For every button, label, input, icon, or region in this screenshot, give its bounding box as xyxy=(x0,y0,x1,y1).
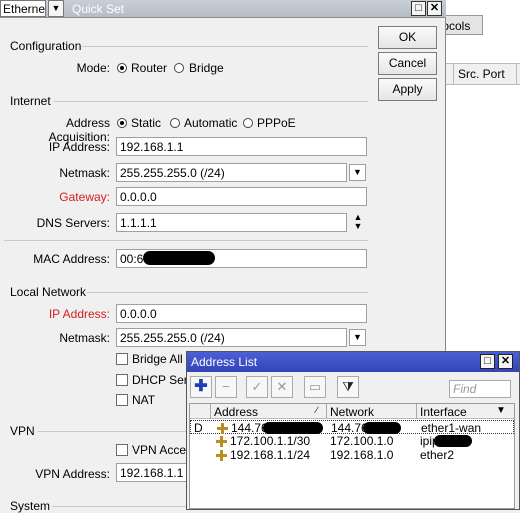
dns-servers-label: DNS Servers: xyxy=(36,216,110,230)
acquisition-static-label[interactable]: Static xyxy=(131,116,161,130)
column-address[interactable]: Address xyxy=(214,405,258,419)
column-network[interactable]: Network xyxy=(330,405,374,419)
netmask-label: Netmask: xyxy=(59,166,110,180)
redaction-mark xyxy=(434,435,472,447)
section-system: System xyxy=(10,499,51,513)
vpn-address-label: VPN Address: xyxy=(35,467,110,481)
nat-label[interactable]: NAT xyxy=(132,393,155,407)
mac-address-label: MAC Address: xyxy=(33,252,110,266)
divider xyxy=(54,101,368,102)
address-cell: 192.168.1.1/24 xyxy=(230,448,311,462)
column-divider xyxy=(210,404,211,419)
window-title: Address List xyxy=(191,355,258,369)
acquisition-pppoe-radio[interactable] xyxy=(243,118,253,128)
interface-mode-select[interactable]: Ethernet xyxy=(0,0,46,17)
local-ip-address-label: IP Address: xyxy=(48,307,110,321)
enable-icon[interactable]: ✓ xyxy=(246,376,268,398)
acquisition-static-radio[interactable] xyxy=(117,118,127,128)
apply-button[interactable]: Apply xyxy=(378,78,437,101)
maximize-icon[interactable]: □ xyxy=(411,1,426,16)
ok-button[interactable]: OK xyxy=(378,26,437,49)
comment-icon[interactable]: ▭ xyxy=(304,376,326,398)
address-icon xyxy=(217,423,228,434)
window-title: Quick Set xyxy=(72,2,125,16)
column-divider xyxy=(326,404,327,419)
maximize-icon[interactable]: □ xyxy=(480,354,495,369)
expand-list-icon[interactable]: ▲ ▼ xyxy=(352,213,364,231)
column-divider xyxy=(416,404,417,419)
address-icon xyxy=(216,436,227,447)
dhcp-server-label[interactable]: DHCP Serv xyxy=(132,373,194,387)
mode-label: Mode: xyxy=(76,61,110,75)
table-row[interactable]: 172.100.1.1/30 172.100.1.0 ipip xyxy=(190,434,514,448)
dhcp-server-checkbox[interactable] xyxy=(116,374,128,386)
section-configuration: Configuration xyxy=(10,39,82,53)
mode-bridge-radio[interactable] xyxy=(174,63,184,73)
interface-cell: ether2 xyxy=(420,448,455,462)
table-row[interactable]: 192.168.1.1/24 192.168.1.0 ether2 xyxy=(190,448,514,462)
acquisition-automatic-radio[interactable] xyxy=(170,118,180,128)
interface-cell: ether1-wan xyxy=(421,421,482,435)
redaction-mark xyxy=(143,251,215,265)
gateway-label: Gateway: xyxy=(59,190,110,204)
address-table: Address ∕ Network Interface ▼ D 144.76. … xyxy=(189,403,515,509)
mode-router-radio[interactable] xyxy=(117,63,127,73)
local-ip-address-field[interactable]: 0.0.0.0 xyxy=(116,304,367,323)
row-flag: D xyxy=(194,421,203,435)
table-header: Address ∕ Network Interface ▼ xyxy=(190,404,514,419)
add-icon[interactable]: ✚ xyxy=(190,376,212,398)
mode-bridge-label[interactable]: Bridge xyxy=(189,61,224,75)
ip-address-label: IP Address: xyxy=(48,140,110,154)
netmask-field[interactable]: 255.255.255.0 (/24) xyxy=(116,163,347,182)
section-internet: Internet xyxy=(10,94,51,108)
divider xyxy=(4,240,368,241)
acquisition-automatic-label[interactable]: Automatic xyxy=(184,116,237,130)
nat-checkbox[interactable] xyxy=(116,394,128,406)
redaction-mark xyxy=(363,422,401,434)
cancel-button[interactable]: Cancel xyxy=(378,52,437,75)
acquisition-pppoe-label[interactable]: PPPoE xyxy=(257,116,296,130)
local-netmask-label: Netmask: xyxy=(59,331,110,345)
local-netmask-field[interactable]: 255.255.255.0 (/24) xyxy=(116,328,347,347)
chevron-down-icon[interactable]: ▼ xyxy=(349,164,366,181)
chevron-down-icon[interactable]: ▼ xyxy=(48,0,64,17)
dns-servers-field[interactable]: 1.1.1.1 xyxy=(116,213,347,232)
bridge-all-label[interactable]: Bridge All L xyxy=(132,352,193,366)
bridge-all-checkbox[interactable] xyxy=(116,353,128,365)
divider xyxy=(82,46,368,47)
vpn-address-field[interactable]: 192.168.1.1 xyxy=(116,463,196,482)
column-interface[interactable]: Interface xyxy=(420,405,467,419)
vpn-access-label[interactable]: VPN Acces xyxy=(132,443,192,457)
divider xyxy=(38,431,188,432)
mode-router-label[interactable]: Router xyxy=(131,61,167,75)
address-cell: 172.100.1.1/30 xyxy=(230,434,311,448)
ip-address-field[interactable]: 192.168.1.1 xyxy=(116,137,367,156)
redaction-mark xyxy=(263,422,323,434)
table-row[interactable]: D 144.76. 144.76. ether1-wan xyxy=(190,420,514,435)
column-divider xyxy=(453,63,454,85)
section-vpn: VPN xyxy=(10,424,35,438)
network-cell: 172.100.1.0 xyxy=(330,434,394,448)
section-local-network: Local Network xyxy=(10,285,87,299)
remove-icon[interactable]: − xyxy=(215,376,237,398)
close-icon[interactable]: ✕ xyxy=(498,354,513,369)
vpn-access-checkbox[interactable] xyxy=(116,444,128,456)
close-icon[interactable]: ✕ xyxy=(427,1,442,16)
address-list-titlebar[interactable]: Address List □ ✕ xyxy=(187,352,519,372)
gateway-field[interactable]: 0.0.0.0 xyxy=(116,187,367,206)
sort-icon: ∕ xyxy=(316,405,318,415)
network-cell: 192.168.1.0 xyxy=(330,448,394,462)
divider xyxy=(86,292,368,293)
column-src-port[interactable]: Src. Port xyxy=(458,67,505,81)
disable-icon[interactable]: ✕ xyxy=(271,376,293,398)
quickset-titlebar[interactable]: Ethernet ▼ Quick Set □ ✕ xyxy=(0,0,446,18)
filter-icon[interactable]: ⧩ xyxy=(337,376,359,398)
address-list-window: Address List □ ✕ ✚ − ✓ ✕ ▭ ⧩ Find Addres… xyxy=(186,351,520,510)
chevron-down-icon[interactable]: ▼ xyxy=(349,329,366,346)
divider xyxy=(52,506,188,507)
column-divider xyxy=(516,63,517,85)
address-icon xyxy=(216,450,227,461)
chevron-down-icon[interactable]: ▼ xyxy=(496,405,506,416)
find-input[interactable]: Find xyxy=(449,380,511,398)
